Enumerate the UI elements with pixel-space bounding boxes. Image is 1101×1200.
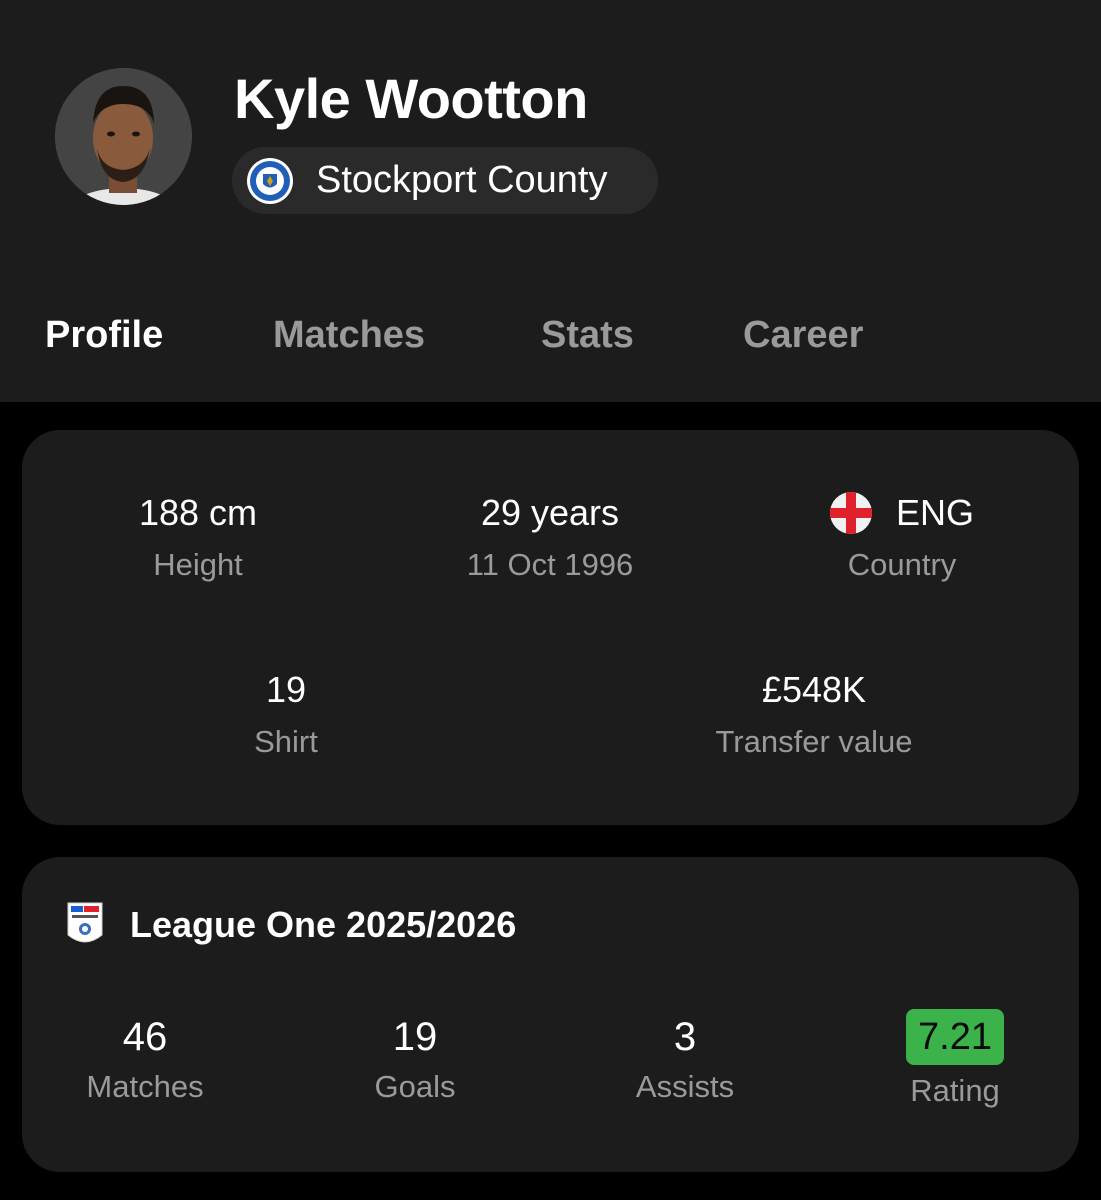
transfer-value: £548K — [761, 669, 867, 710]
tab-matches[interactable]: Matches — [273, 308, 425, 362]
england-flag-icon — [829, 492, 872, 534]
matches-stat: 46 Matches — [86, 1013, 203, 1107]
height-value: 188 cm — [138, 492, 258, 533]
height-stat: 188 cm Height — [139, 491, 257, 585]
country-code: ENG — [895, 492, 975, 533]
transfer-label: Transfer value — [715, 724, 913, 759]
player-name: Kyle Wootton — [234, 67, 588, 130]
age-value: 29 years — [480, 492, 620, 533]
age-stat: 29 years 11 Oct 1996 — [467, 491, 634, 585]
league-title: League One 2025/2026 — [130, 904, 517, 945]
assists-label: Assists — [635, 1069, 735, 1104]
team-chip[interactable]: Stockport County — [232, 147, 658, 214]
tab-bar: Profile Matches Stats Career — [0, 308, 1101, 362]
country-value-row: ENG — [829, 491, 975, 535]
assists-stat: 3 Assists — [636, 1013, 734, 1107]
player-avatar[interactable] — [55, 68, 192, 205]
team-name: Stockport County — [316, 159, 608, 201]
height-label: Height — [153, 547, 243, 582]
matches-label: Matches — [86, 1069, 204, 1104]
tab-profile[interactable]: Profile — [45, 308, 163, 362]
league-header[interactable]: League One 2025/2026 — [66, 901, 516, 949]
efl-league-one-logo-icon — [67, 902, 103, 943]
country-label: Country — [847, 547, 957, 582]
transfer-value-stat[interactable]: £548K Transfer value — [716, 668, 913, 762]
shirt-stat: 19 Shirt — [254, 668, 318, 762]
assists-value: 3 — [673, 1015, 697, 1059]
rating-badge: 7.21 — [906, 1009, 1004, 1065]
rating-stat: 7.21 Rating — [906, 1009, 1004, 1111]
birth-date: 11 Oct 1996 — [466, 547, 634, 582]
country-stat[interactable]: ENG Country — [829, 491, 975, 585]
player-info-card: 188 cm Height 29 years 11 Oct 1996 ENG C… — [22, 430, 1079, 825]
matches-value: 46 — [122, 1015, 168, 1059]
shirt-value: 19 — [265, 669, 307, 710]
player-photo-icon — [55, 68, 192, 205]
league-stats-card[interactable]: League One 2025/2026 46 Matches 19 Goals… — [22, 857, 1079, 1172]
stockport-county-crest-icon — [247, 157, 293, 204]
player-header: Kyle Wootton Stockport County Profile Ma… — [0, 0, 1101, 402]
goals-stat: 19 Goals — [375, 1013, 456, 1107]
goals-value: 19 — [392, 1015, 438, 1059]
shirt-label: Shirt — [254, 724, 318, 759]
goals-label: Goals — [374, 1069, 456, 1104]
tab-career[interactable]: Career — [743, 308, 863, 362]
rating-label: Rating — [910, 1073, 1000, 1108]
tab-stats[interactable]: Stats — [541, 308, 634, 362]
